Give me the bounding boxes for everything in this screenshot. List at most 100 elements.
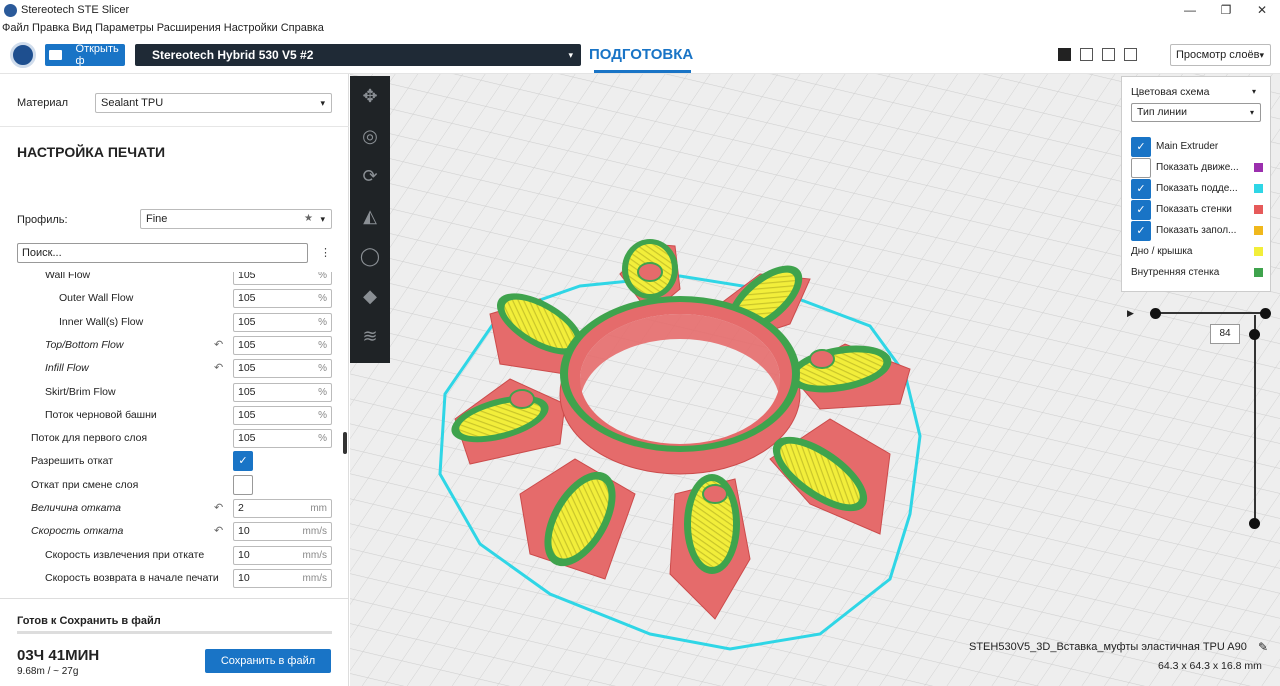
legend-checkbox[interactable]: ✓ [1131,137,1151,157]
legend-color-swatch [1254,163,1263,172]
top-view-icon[interactable] [1102,48,1115,61]
menu-view[interactable]: Вид [72,22,92,34]
setting-input[interactable]: 105% [233,429,332,449]
legend-checkbox[interactable]: ✓ [1131,200,1151,220]
layer-progress-handle-start[interactable] [1150,308,1161,319]
setting-input[interactable]: 10 mm/s [233,522,332,542]
scale-icon[interactable]: ◎ [350,116,390,156]
per-model-settings-icon[interactable]: ◯ [350,236,390,276]
layer-progress-handle-end[interactable] [1260,308,1271,319]
layer-slider-top-handle[interactable] [1249,329,1260,340]
setting-row: Top/Bottom Flow ↶ 105% [0,334,349,357]
action-panel: Готов к Сохранить в файл 03Ч 41МИН 9.68m… [0,598,349,686]
legend-checkbox[interactable]: ✓ [1131,221,1151,241]
setting-input[interactable]: 10 mm/s [233,545,332,565]
main-toolbar: Открыть ф Stereotech Hybrid 530 V5 #2 ▾ … [0,36,1280,74]
setting-label: Величина отката [31,502,121,514]
setting-row: Скорость возврата в начале печати 10 mm/s [0,567,349,590]
reset-icon[interactable]: ↶ [214,361,223,374]
legend-item[interactable]: ✓ Показать запол... [1131,221,1263,241]
material-select[interactable]: Sealant TPU ▾ [95,93,332,113]
menu-extensions[interactable]: Расширения [157,22,221,34]
legend-item[interactable]: ✓ Показать стенки [1131,200,1263,220]
support-blocker-icon[interactable]: ◆ [350,276,390,316]
setting-input[interactable]: 105% [233,312,332,332]
model-name: STEH530V5_3D_Вставка_муфты эластичная TP… [969,641,1247,653]
setting-input[interactable]: 2 mm [233,499,332,518]
folder-icon [49,50,62,60]
current-layer-input[interactable]: 84 [1210,324,1240,344]
setting-input[interactable]: 105% [233,272,332,285]
profile-select[interactable]: Fine ★ ▾ [140,209,332,229]
chevron-down-icon: ▾ [568,49,573,60]
setting-label: Откат при смене слоя [31,478,139,491]
side-view-icon[interactable] [1124,48,1137,61]
setting-value: 105 [238,432,256,445]
front-view-icon[interactable] [1080,48,1093,61]
legend-item[interactable]: ✓ Показать подде... [1131,179,1263,199]
legend-checkbox[interactable] [1131,158,1151,178]
more-options-icon[interactable]: ⋮ [320,246,331,259]
setting-checkbox[interactable] [233,474,253,495]
settings-scrollbar[interactable] [343,432,347,454]
layer-slider[interactable] [1254,315,1256,525]
view-mode-value: Просмотр слоёв [1176,49,1260,61]
view-mode-select[interactable]: Просмотр слоёв ▾ [1170,44,1271,66]
layer-slider-bottom-handle[interactable] [1249,518,1260,529]
layer-progress-slider[interactable] [1156,312,1266,314]
legend-color-swatch [1254,247,1263,256]
setting-input[interactable]: 10 mm/s [233,568,332,588]
star-icon[interactable]: ★ [304,210,313,228]
setting-input[interactable]: 105% [233,382,332,402]
reset-icon[interactable]: ↶ [214,338,223,351]
setting-label: Inner Wall(s) Flow [59,315,144,328]
settings-list: Wall Flow 105% Outer Wall Flow 105% Inner Wa… [0,272,349,598]
chevron-down-icon: ▾ [320,214,325,224]
legend-item[interactable]: Показать движе... [1131,158,1263,178]
setting-value: 105 [238,362,256,375]
maximize-button[interactable]: ❐ [1208,0,1244,20]
setting-label: Outer Wall Flow [59,292,134,305]
save-to-file-button[interactable]: Сохранить в файл [205,649,331,673]
menu-settings[interactable]: Настройки [224,22,278,34]
legend-label: Показать подде... [1156,183,1238,194]
rotate-icon[interactable]: ⟳ [350,156,390,196]
reset-icon[interactable]: ↶ [214,501,223,514]
color-scheme-select[interactable]: Тип линии ▾ [1131,103,1261,122]
search-input[interactable]: Поиск... [17,243,308,263]
move-icon[interactable]: ✥ [350,76,390,116]
edit-icon[interactable]: ✎ [1258,640,1268,654]
setting-label: Поток черновой башни [45,408,157,421]
legend-color-swatch [1254,184,1263,193]
reset-icon[interactable]: ↶ [214,524,223,537]
setting-input[interactable]: 105% [233,405,332,425]
setting-unit: % [318,386,327,398]
minimize-button[interactable]: — [1172,0,1208,20]
printer-select[interactable]: Stereotech Hybrid 530 V5 #2 ▾ [135,44,581,66]
setting-checkbox[interactable]: ✓ [233,451,253,472]
setting-input[interactable]: 105% [233,335,332,355]
tools-toolbar: ✥ ◎ ⟳ ◭ ◯ ◆ ≋ [350,76,390,363]
open-file-button[interactable]: Открыть ф [45,44,125,66]
setting-value: 2 [238,502,244,514]
3d-view-icon[interactable] [1058,48,1071,61]
tab-prepare[interactable]: ПОДГОТОВКА [589,46,693,63]
play-icon[interactable]: ▶ [1127,308,1134,319]
menu-parameters[interactable]: Параметры [95,22,154,34]
layers-icon[interactable]: ≋ [350,316,390,356]
menu-edit[interactable]: Правка [32,22,69,34]
legend-item[interactable]: ✓ Main Extruder [1131,137,1263,157]
menu-file[interactable]: Файл [2,22,29,34]
menu-help[interactable]: Справка [281,22,324,34]
setting-input[interactable]: 105% [233,289,332,309]
chevron-down-icon[interactable]: ▾ [1252,87,1256,96]
material-label: Материал [17,97,68,109]
setting-input[interactable]: 105% [233,359,332,379]
close-button[interactable]: ✕ [1244,0,1280,20]
setting-unit: % [318,409,327,421]
progress-bar [17,631,332,634]
legend-checkbox[interactable]: ✓ [1131,179,1151,199]
setting-unit: mm/s [302,572,327,584]
setting-label: Top/Bottom Flow [45,338,124,351]
mirror-icon[interactable]: ◭ [350,196,390,236]
